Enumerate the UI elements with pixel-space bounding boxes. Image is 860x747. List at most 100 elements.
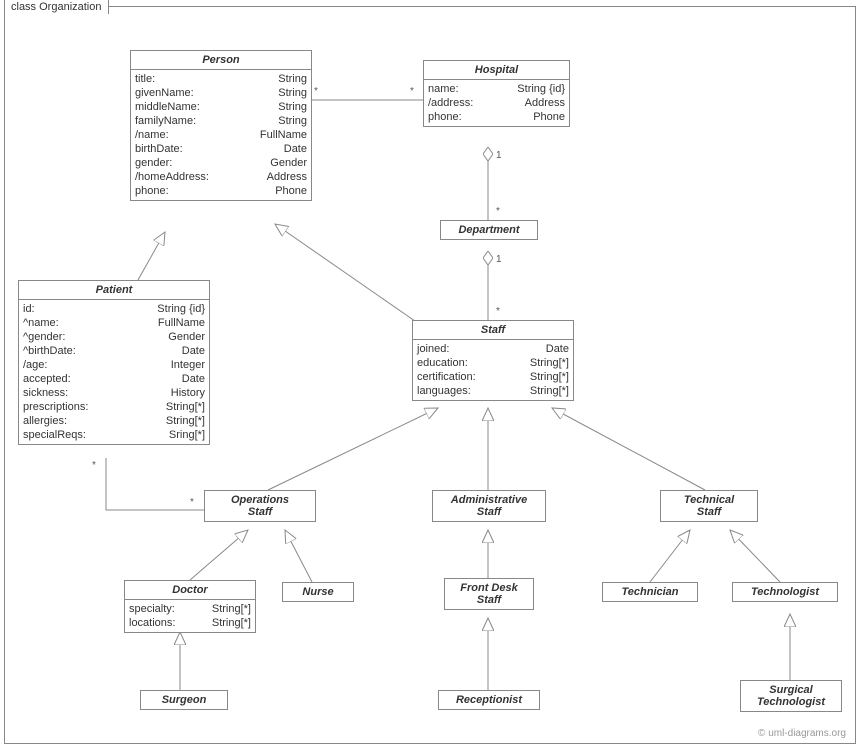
attr-name: familyName:	[135, 114, 196, 128]
mult-person-hospital-r: *	[410, 86, 414, 97]
attr-row: sickness:History	[23, 386, 205, 400]
attr-row: familyName: String	[135, 114, 307, 128]
attr-row: joined:Date	[417, 342, 569, 356]
class-receptionist: Receptionist	[438, 690, 540, 710]
attr-row: locations: String[*]	[129, 616, 251, 630]
attr-type: FullName	[158, 316, 205, 330]
attr-type: String	[278, 100, 307, 114]
attr-type: String[*]	[166, 414, 205, 428]
attr-row: title:String	[135, 72, 307, 86]
attr-name: certification:	[417, 370, 476, 384]
class-doctor: Doctor specialty: String[*] locations: Stri…	[124, 580, 256, 633]
attr-row: /address: Address	[428, 96, 565, 110]
class-hospital: Hospital name:String {id}/address:Addres…	[423, 60, 570, 127]
class-title: Department	[441, 221, 537, 239]
attr-type: Address	[525, 96, 565, 110]
mult-dept-staff-star: *	[496, 306, 500, 317]
attr-row: phone:Phone	[135, 184, 307, 198]
class-attrs: title:StringgivenName:StringmiddleName:S…	[131, 70, 311, 200]
attr-row: languages: String[*]	[417, 384, 569, 398]
attr-row: birthDate: Date	[135, 142, 307, 156]
attr-name: name:	[428, 82, 459, 96]
class-title: Front DeskStaff	[445, 579, 533, 609]
attr-name: /name:	[135, 128, 169, 142]
attr-name: birthDate:	[135, 142, 183, 156]
attr-type: String {id}	[517, 82, 565, 96]
attr-type: Date	[546, 342, 569, 356]
attr-name: accepted:	[23, 372, 71, 386]
attr-row: ^name:FullName	[23, 316, 205, 330]
attr-row: prescriptions:String[*]	[23, 400, 205, 414]
attr-row: id:String {id}	[23, 302, 205, 316]
class-title: AdministrativeStaff	[433, 491, 545, 521]
class-attrs: specialty: String[*] locations: String[*]	[125, 600, 255, 632]
class-ops-staff: OperationsStaff	[204, 490, 316, 522]
attr-row: accepted:Date	[23, 372, 205, 386]
attr-type: String[*]	[530, 370, 569, 384]
class-attrs: id:String {id}^name:FullName^gender:Gend…	[19, 300, 209, 444]
attr-type: Phone	[533, 110, 565, 124]
attr-name: ^gender:	[23, 330, 65, 344]
class-technologist: Technologist	[732, 582, 838, 602]
attr-type: Date	[284, 142, 307, 156]
class-surgeon: Surgeon	[140, 690, 228, 710]
attr-name: middleName:	[135, 100, 200, 114]
attr-name: specialty:	[129, 602, 175, 616]
class-title: Technologist	[733, 583, 837, 601]
attr-type: Gender	[270, 156, 307, 170]
attr-row: education: String[*]	[417, 356, 569, 370]
class-title: Doctor	[125, 581, 255, 600]
attr-row: /homeAddress: Address	[135, 170, 307, 184]
class-patient: Patient id:String {id}^name:FullName^gen…	[18, 280, 210, 445]
attr-type: String[*]	[530, 356, 569, 370]
attr-name: /address:	[428, 96, 473, 110]
attr-row: ^gender:Gender	[23, 330, 205, 344]
attr-name: languages:	[417, 384, 471, 398]
attr-type: String {id}	[157, 302, 205, 316]
class-title: Person	[131, 51, 311, 70]
class-attrs: joined:Dateeducation:String[*]certificat…	[413, 340, 573, 400]
attr-type: Address	[267, 170, 307, 184]
attr-type: String[*]	[212, 616, 251, 630]
class-nurse: Nurse	[282, 582, 354, 602]
class-staff: Staff joined:Dateeducation:String[*]cert…	[412, 320, 574, 401]
attr-row: allergies:String[*]	[23, 414, 205, 428]
attr-name: givenName:	[135, 86, 194, 100]
class-title: Patient	[19, 281, 209, 300]
attr-type: Phone	[275, 184, 307, 198]
watermark: © uml-diagrams.org	[758, 728, 846, 739]
attr-row: /age:Integer	[23, 358, 205, 372]
class-department: Department	[440, 220, 538, 240]
attr-type: Date	[182, 344, 205, 358]
attr-name: gender:	[135, 156, 172, 170]
attr-row: specialReqs:Sring[*]	[23, 428, 205, 442]
attr-row: ^birthDate:Date	[23, 344, 205, 358]
attr-type: String	[278, 114, 307, 128]
mult-person-hospital-l: *	[314, 86, 318, 97]
attr-type: Sring[*]	[169, 428, 205, 442]
class-title: Staff	[413, 321, 573, 340]
attr-name: title:	[135, 72, 155, 86]
class-title: Receptionist	[439, 691, 539, 709]
class-technician: Technician	[602, 582, 698, 602]
attr-name: /homeAddress:	[135, 170, 209, 184]
attr-row: certification: String[*]	[417, 370, 569, 384]
class-attrs: name: String {id} /address: Address phone: Ph…	[424, 80, 569, 126]
attr-type: FullName	[260, 128, 307, 142]
attr-type: String[*]	[530, 384, 569, 398]
attr-row: name: String {id}	[428, 82, 565, 96]
attr-name: phone:	[428, 110, 462, 124]
attr-row: /name: FullName	[135, 128, 307, 142]
attr-name: sickness:	[23, 386, 68, 400]
attr-row: gender: Gender	[135, 156, 307, 170]
attr-name: locations:	[129, 616, 175, 630]
mult-patient-ops-r: *	[190, 497, 194, 508]
attr-name: education:	[417, 356, 468, 370]
attr-type: String	[278, 86, 307, 100]
attr-row: phone: Phone	[428, 110, 565, 124]
mult-patient-ops-l: *	[92, 460, 96, 471]
mult-hosp-dept-star: *	[496, 206, 500, 217]
frame-title: class Organization	[4, 0, 109, 14]
attr-type: String[*]	[212, 602, 251, 616]
attr-name: /age:	[23, 358, 47, 372]
